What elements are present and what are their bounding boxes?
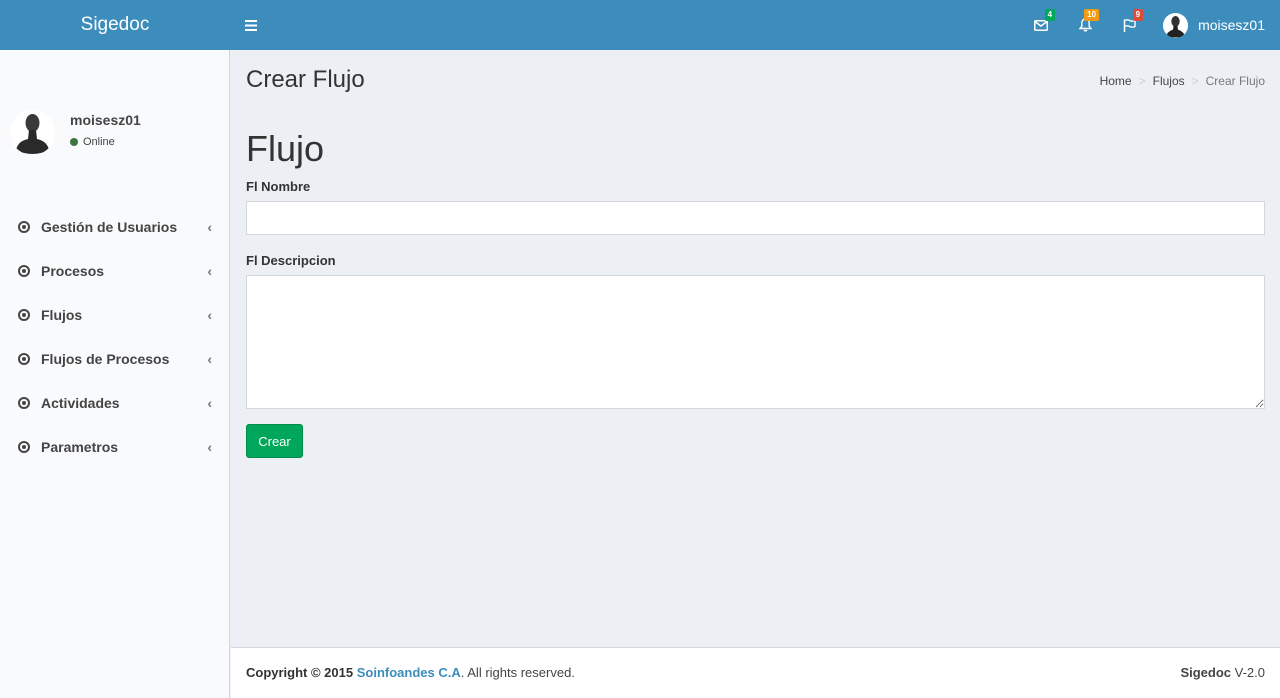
- messages-menu[interactable]: 4: [1019, 0, 1063, 50]
- crear-button[interactable]: Crear: [246, 424, 303, 458]
- user-panel: moisesz01 Online: [10, 110, 141, 155]
- main-footer: Copyright © 2015 Soinfoandes C.A. All ri…: [231, 647, 1280, 698]
- chevron-left-icon: ‹: [207, 219, 212, 235]
- tasks-menu[interactable]: 9: [1107, 0, 1151, 50]
- hamburger-icon: [245, 19, 257, 31]
- tasks-badge: 9: [1132, 9, 1144, 21]
- breadcrumb-separator: >: [1191, 74, 1199, 88]
- company-link[interactable]: Soinfoandes C.A: [357, 665, 461, 680]
- user-menu[interactable]: moisesz01: [1151, 0, 1280, 50]
- breadcrumb-current: Crear Flujo: [1205, 74, 1265, 88]
- descripcion-label: Fl Descripcion: [246, 253, 336, 268]
- chevron-left-icon: ‹: [207, 351, 212, 367]
- sidebar-item-label: Procesos: [41, 263, 105, 279]
- page-title: Crear Flujo: [246, 66, 365, 93]
- breadcrumb-home[interactable]: Home: [1100, 74, 1132, 88]
- user-status: Online: [70, 136, 141, 148]
- sidebar-menu: Gestión de Usuarios ‹ Procesos ‹ Flujos …: [0, 205, 230, 469]
- footer-version-number: V-2.0: [1234, 665, 1265, 680]
- descripcion-textarea[interactable]: [246, 275, 1265, 409]
- navbar-right: 4 10 9 moisesz01: [1019, 0, 1280, 50]
- chevron-left-icon: ‹: [207, 395, 212, 411]
- user-silhouette-icon: [1163, 12, 1189, 38]
- circle-dot-icon: [18, 265, 30, 277]
- content-wrapper: Crear Flujo Home > Flujos > Crear Flujo …: [231, 50, 1280, 647]
- app-logo[interactable]: Sigedoc: [0, 0, 230, 50]
- breadcrumb: Home > Flujos > Crear Flujo: [1100, 74, 1265, 88]
- sidebar-toggle-button[interactable]: [230, 0, 272, 50]
- envelope-icon: [1034, 19, 1049, 31]
- sidebar-item-label: Flujos de Procesos: [41, 351, 170, 367]
- notifications-menu[interactable]: 10: [1063, 0, 1107, 50]
- chevron-left-icon: ‹: [207, 307, 212, 323]
- sidebar-user-name: moisesz01: [70, 112, 141, 128]
- online-status-dot-icon: [70, 138, 78, 146]
- sidebar-item-actividades[interactable]: Actividades ‹: [0, 381, 230, 425]
- footer-copyright: Copyright © 2015 Soinfoandes C.A. All ri…: [246, 665, 575, 680]
- sidebar-item-label: Flujos: [41, 307, 83, 323]
- user-info: moisesz01 Online: [70, 112, 141, 155]
- nombre-label: Fl Nombre: [246, 179, 311, 194]
- avatar: [10, 110, 55, 155]
- sidebar-item-label: Actividades: [41, 395, 120, 411]
- circle-dot-icon: [18, 221, 30, 233]
- user-silhouette-icon: [10, 110, 55, 155]
- copyright-text: Copyright © 2015: [246, 665, 354, 680]
- sidebar-item-flujos-procesos[interactable]: Flujos de Procesos ‹: [0, 337, 230, 381]
- main-header: Sigedoc 4 10 9 moisesz01: [0, 0, 1280, 50]
- circle-dot-icon: [18, 441, 30, 453]
- sidebar-item-flujos[interactable]: Flujos ‹: [0, 293, 230, 337]
- user-status-label: Online: [83, 136, 115, 148]
- footer-app-name: Sigedoc: [1180, 665, 1232, 680]
- avatar: [1163, 12, 1189, 38]
- sidebar-item-parametros[interactable]: Parametros ‹: [0, 425, 230, 469]
- sidebar-item-procesos[interactable]: Procesos ‹: [0, 249, 230, 293]
- rights-text: . All rights reserved.: [460, 665, 575, 680]
- footer-version: Sigedoc V-2.0: [1180, 665, 1265, 680]
- messages-badge: 4: [1044, 9, 1056, 21]
- sidebar-item-label: Gestión de Usuarios: [41, 219, 178, 235]
- chevron-left-icon: ‹: [207, 263, 212, 279]
- sidebar-item-label: Parametros: [41, 439, 119, 455]
- sidebar-item-gestion-usuarios[interactable]: Gestión de Usuarios ‹: [0, 205, 230, 249]
- notifications-badge: 10: [1084, 9, 1100, 21]
- breadcrumb-separator: >: [1138, 74, 1146, 88]
- breadcrumb-flujos[interactable]: Flujos: [1153, 74, 1185, 88]
- nombre-input[interactable]: [246, 201, 1265, 235]
- circle-dot-icon: [18, 309, 30, 321]
- circle-dot-icon: [18, 397, 30, 409]
- circle-dot-icon: [18, 353, 30, 365]
- chevron-left-icon: ‹: [207, 439, 212, 455]
- header-user-name: moisesz01: [1198, 17, 1265, 33]
- form-title: Flujo: [246, 128, 325, 169]
- main-sidebar: moisesz01 Online Gestión de Usuarios ‹ P…: [0, 50, 230, 698]
